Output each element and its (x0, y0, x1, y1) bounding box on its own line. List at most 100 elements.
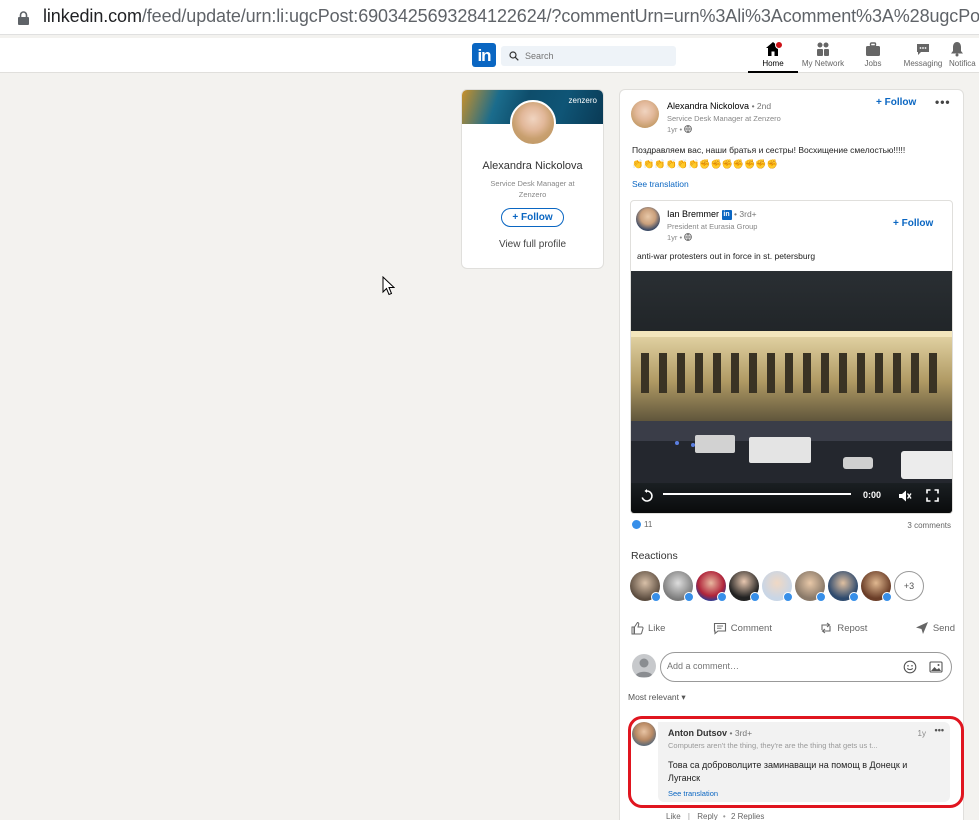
reaction-count-value: 11 (644, 520, 653, 529)
post-see-translation[interactable]: See translation (632, 179, 689, 189)
send-label: Send (932, 622, 955, 634)
repost-button[interactable]: Repost (819, 618, 867, 638)
image-icon[interactable] (929, 660, 943, 674)
shared-time-text: 1yr • (667, 233, 683, 242)
search-icon (509, 51, 519, 61)
notification-dot (775, 41, 783, 49)
nav-jobs[interactable]: Jobs (848, 41, 898, 68)
emoji-icon[interactable] (903, 660, 917, 674)
reactions-title: Reactions (631, 550, 678, 562)
video-progress-bar[interactable] (663, 493, 851, 495)
jobs-icon (866, 42, 880, 56)
profile-name[interactable]: Alexandra Nickolova (462, 160, 603, 172)
comment-like-button[interactable]: Like (666, 812, 681, 820)
comment-icon (713, 622, 726, 635)
like-button[interactable]: Like (630, 618, 665, 638)
post-follow-button[interactable]: + Follow (876, 97, 916, 108)
nav-messaging[interactable]: Messaging (898, 41, 948, 68)
like-badge-icon (717, 592, 727, 602)
reactor-avatar[interactable] (795, 571, 826, 602)
post-emoji-line: 👏👏👏👏👏👏✊✊✊✊✊✊✊ (632, 159, 778, 169)
comment-button[interactable]: Comment (713, 618, 772, 638)
shared-author-avatar[interactable] (636, 207, 660, 231)
send-button[interactable]: Send (915, 618, 955, 638)
comment-sort-dropdown[interactable]: Most relevant ▾ (628, 692, 686, 703)
profile-follow-button[interactable]: + Follow (501, 208, 564, 227)
shared-author-degree: • 3rd+ (734, 209, 757, 219)
like-badge-icon (882, 592, 892, 602)
reactor-avatar[interactable] (861, 571, 892, 602)
reactor-avatar[interactable] (696, 571, 727, 602)
reactor-avatar[interactable] (762, 571, 793, 602)
like-badge-icon (684, 592, 694, 602)
highlight-box (628, 716, 964, 808)
nav-my-network-label: My Network (801, 59, 845, 68)
search-box[interactable] (501, 46, 676, 66)
fullscreen-icon[interactable] (926, 489, 939, 502)
user-silhouette-icon (635, 658, 653, 677)
replay-icon[interactable] (640, 489, 654, 503)
reaction-count[interactable]: 11 (632, 520, 652, 529)
video-frame-street (631, 421, 952, 483)
footer-divider: | (687, 812, 690, 820)
video-frame-building (631, 331, 952, 431)
like-badge-icon (783, 592, 793, 602)
linkedin-logo[interactable]: in (472, 43, 496, 67)
reactor-avatar[interactable] (630, 571, 661, 602)
video-player[interactable]: 0:00 (631, 271, 952, 513)
like-icon (631, 621, 644, 635)
post-action-row: Like Comment Repost Send (630, 618, 955, 638)
like-badge-icon (816, 592, 826, 602)
post-author-avatar[interactable] (631, 100, 659, 128)
comment-input[interactable] (667, 661, 867, 671)
post-author-headline: Service Desk Manager at Zenzero (667, 114, 781, 123)
like-label: Like (648, 622, 666, 634)
nav-notifications[interactable]: Notifica (945, 41, 979, 68)
comment-input-box[interactable] (660, 652, 952, 682)
browser-address-bar[interactable]: linkedin.com/feed/update/urn:li:ugcPost:… (0, 0, 979, 35)
nav-my-network[interactable]: My Network (798, 41, 848, 68)
repost-icon (821, 622, 831, 634)
video-time: 0:00 (863, 490, 882, 500)
profile-avatar[interactable] (510, 100, 556, 146)
comment-label: Comment (730, 622, 772, 634)
comments-count[interactable]: 3 comments (907, 521, 951, 530)
send-icon (915, 622, 928, 634)
nav-notifications-label: Notifica (949, 59, 976, 68)
shared-follow-button[interactable]: + Follow (893, 218, 933, 229)
globe-icon (684, 233, 693, 241)
post-card: Alexandra Nickolova • 2nd Service Desk M… (619, 89, 964, 820)
messaging-icon (917, 44, 929, 55)
post-more-button[interactable]: ••• (935, 95, 951, 109)
reactor-avatar[interactable] (729, 571, 760, 602)
like-badge-icon (651, 592, 661, 602)
shared-author-headline: President at Eurasia Group (667, 222, 758, 231)
lock-icon (18, 11, 29, 25)
bell-icon (951, 42, 963, 57)
shared-author-name[interactable]: Ian Bremmer (667, 209, 719, 219)
search-input[interactable] (525, 51, 665, 61)
current-user-avatar[interactable] (632, 654, 656, 678)
like-reaction-icon (632, 520, 641, 529)
post-author-degree: • 2nd (751, 101, 772, 111)
banner-brand-text: zenzero (568, 96, 597, 105)
more-reactors-button[interactable]: +3 (894, 571, 924, 601)
nav-jobs-label: Jobs (864, 59, 882, 68)
url-path: /feed/update/urn:li:ugcPost:690342569328… (141, 6, 979, 26)
url-text[interactable]: linkedin.com/feed/update/urn:li:ugcPost:… (43, 6, 979, 27)
repost-label: Repost (837, 622, 868, 634)
linkedin-top-nav: in Home My Network Jobs Messaging Notifi… (0, 38, 979, 73)
mouse-cursor-icon (382, 276, 395, 296)
post-author-name[interactable]: Alexandra Nickolova (667, 101, 749, 111)
post-time-text: 1yr • (667, 125, 683, 134)
reactor-avatar[interactable] (828, 571, 859, 602)
reactor-avatar[interactable] (663, 571, 694, 602)
comment-reply-button[interactable]: Reply (697, 812, 717, 820)
comment-replies-link[interactable]: 2 Replies (731, 812, 764, 820)
shared-author-line: Ian Bremmer in • 3rd+ (667, 209, 757, 220)
mute-icon[interactable] (898, 489, 912, 503)
nav-home[interactable]: Home (748, 41, 798, 73)
post-text-line: Поздравляем вас, наши братья и сестры! В… (632, 145, 906, 155)
profile-headline: Service Desk Manager at Zenzero (490, 179, 575, 199)
view-full-profile-link[interactable]: View full profile (462, 239, 603, 250)
